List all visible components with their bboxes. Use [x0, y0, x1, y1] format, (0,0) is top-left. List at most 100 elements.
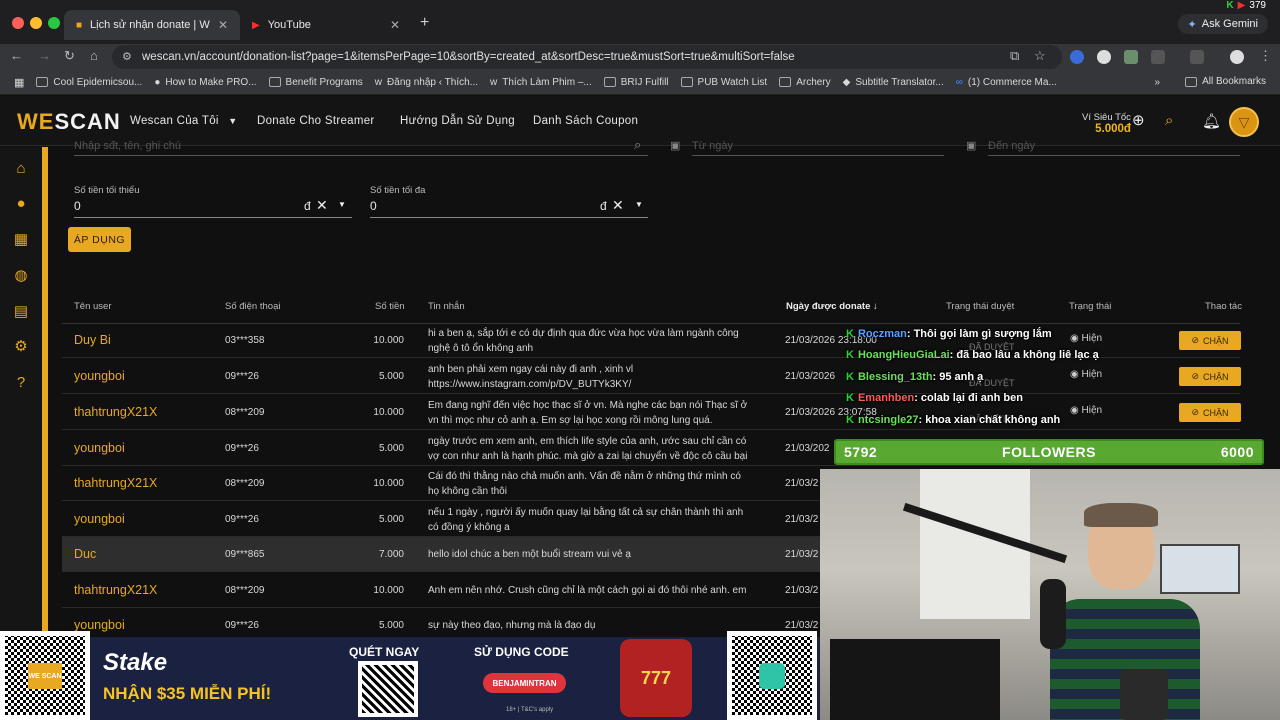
bookmark-item[interactable]: Archery	[779, 77, 831, 88]
kick-icon: K	[846, 414, 854, 426]
bookmark-star-icon[interactable]: ☆	[1034, 48, 1046, 64]
wallet-balance[interactable]: Ví Siêu Tốc 5.000đ	[1082, 112, 1131, 135]
install-app-icon[interactable]: ⧉	[1010, 48, 1019, 64]
more-bookmarks-icon[interactable]: »	[1154, 77, 1160, 88]
donor-name[interactable]: Duy Bi	[74, 333, 111, 348]
url-bar[interactable]: ⚙ wescan.vn/account/donation-list?page=1…	[112, 45, 1062, 69]
browser-tab-bar: ■ Lịch sử nhận donate | WeScan ✕ ▶ YouTu…	[0, 0, 1280, 44]
menu-my-wescan[interactable]: Wescan Của Tôi ▼	[130, 115, 238, 127]
menu-coupons[interactable]: Danh Sách Coupon	[533, 115, 638, 127]
reload-icon[interactable]: ↻	[64, 48, 75, 64]
donor-name[interactable]: thahtrungX21X	[74, 583, 157, 598]
ask-gemini-button[interactable]: ✦ Ask Gemini	[1177, 14, 1268, 34]
dropdown-arrow-icon[interactable]: ▼	[338, 200, 346, 209]
donation-date: 21/03/2026	[785, 371, 836, 382]
clear-icon[interactable]: ✕	[316, 197, 328, 214]
donor-name[interactable]: thahtrungX21X	[74, 405, 157, 420]
user-icon[interactable]: ●	[13, 196, 29, 212]
store-icon[interactable]: ▤	[13, 304, 29, 320]
donation-message: anh ben phải xem ngay cái này đi anh , x…	[428, 362, 766, 392]
youtube-icon: ▶	[1237, 0, 1246, 11]
max-amount-input[interactable]: 0	[370, 199, 377, 213]
close-tab-icon[interactable]: ✕	[218, 18, 228, 32]
folder-icon	[603, 77, 616, 87]
extension-ph-icon[interactable]	[1124, 50, 1138, 64]
message-line: vn thì mọc như cỏ anh ạ. Em sợ lại học x…	[428, 415, 713, 426]
home-icon[interactable]: ⌂	[90, 48, 98, 63]
close-tab-icon[interactable]: ✕	[390, 18, 400, 32]
search-input[interactable]: Nhập sđt, tên, ghi chú	[74, 140, 181, 152]
browser-menu-icon[interactable]: ⋮	[1259, 48, 1272, 64]
forward-icon[interactable]: →	[38, 48, 51, 63]
tab-youtube[interactable]: ▶ YouTube ✕	[240, 10, 412, 40]
bookmark-item[interactable]: Cool Epidemicsou...	[36, 77, 142, 88]
bookmark-item[interactable]: ∞ (1) Commerce Ma...	[956, 77, 1057, 88]
from-date-input[interactable]: Từ ngày	[692, 140, 733, 152]
bell-icon[interactable]: 🔔︎	[1202, 112, 1221, 130]
meta-icon: ∞	[955, 76, 963, 88]
extension-audio-icon[interactable]	[1070, 50, 1084, 64]
bookmark-item[interactable]: w Đăng nhập ‹ Thích...	[375, 77, 478, 88]
donor-name[interactable]: youngboi	[74, 512, 125, 527]
search-icon[interactable]: ⌕	[634, 137, 641, 153]
add-funds-icon[interactable]: ⊕	[1132, 111, 1145, 129]
menu-donate-streamer[interactable]: Donate Cho Streamer	[257, 115, 375, 127]
dropdown-arrow-icon[interactable]: ▼	[635, 200, 643, 209]
site-favicon-icon: w	[490, 76, 498, 88]
donor-name[interactable]: youngboi	[74, 369, 125, 384]
close-window-button[interactable]	[12, 17, 24, 29]
min-amount-input[interactable]: 0	[74, 199, 81, 213]
donor-name[interactable]: youngboi	[74, 441, 125, 456]
settings-icon[interactable]: ⚙	[13, 339, 29, 355]
donor-name[interactable]: Duc	[74, 547, 96, 562]
clear-icon[interactable]: ✕	[612, 197, 624, 214]
minimize-window-button[interactable]	[30, 17, 42, 29]
bookmark-item[interactable]: w Thích Làm Phim –...	[490, 77, 592, 88]
all-bookmarks-button[interactable]: All Bookmarks	[1185, 76, 1266, 87]
home-icon[interactable]: ⌂	[13, 161, 29, 177]
sponsor-banner: Stake NHẬN $35 MIỄN PHÍ! QUÉT NGAY SỬ DỤ…	[0, 637, 820, 720]
search-icon[interactable]: ⌕	[1165, 112, 1173, 129]
currency-suffix: đ	[304, 199, 311, 213]
extensions-puzzle-icon[interactable]	[1151, 50, 1165, 64]
folder-icon	[268, 77, 281, 87]
sort-desc-icon[interactable]: ↓	[873, 301, 878, 312]
user-avatar[interactable]: ▽	[1229, 107, 1259, 137]
tab-wescan[interactable]: ■ Lịch sử nhận donate | WeScan ✕	[64, 10, 240, 40]
discord-qr-code	[727, 631, 817, 720]
profile-avatar-icon[interactable]	[1230, 50, 1244, 64]
site-favicon-icon: ●	[154, 76, 161, 88]
donation-message: nếu 1 ngày , người ấy muốn quay lại bằng…	[428, 505, 766, 535]
bookmark-item[interactable]: PUB Watch List	[680, 77, 767, 88]
caret-down-icon: ▼	[228, 116, 238, 126]
donation-date: 21/03/2	[785, 514, 819, 525]
youtube-favicon-icon: ▶	[252, 19, 260, 31]
header-amount: Số tiền	[375, 301, 405, 312]
menu-guide[interactable]: Hướng Dẫn Sử Dụng	[400, 115, 515, 127]
to-date-input[interactable]: Đến ngày	[988, 140, 1035, 152]
wescan-logo[interactable]: WESCAN	[17, 109, 121, 135]
max-amount-underline	[370, 217, 648, 218]
back-icon[interactable]: ←	[10, 48, 23, 63]
bookmark-item[interactable]: BRIJ Fulfill	[603, 77, 669, 88]
bookmark-item[interactable]: ◆ Subtitle Translator...	[843, 77, 944, 88]
tab-search-icon[interactable]	[1190, 50, 1204, 64]
header-phone: Số điện thoại	[225, 301, 281, 312]
new-tab-icon[interactable]: +	[420, 14, 429, 32]
dashboard-icon[interactable]: ▦	[13, 232, 29, 248]
globe-icon[interactable]: ◍	[13, 268, 29, 284]
maximize-window-button[interactable]	[48, 17, 60, 29]
bookmark-item[interactable]: Benefit Programs	[268, 77, 363, 88]
from-date-underline	[692, 155, 944, 156]
bookmark-item[interactable]: ● How to Make PRO...	[154, 77, 256, 88]
apps-grid-icon[interactable]: ▦	[14, 76, 24, 89]
site-info-icon[interactable]: ⚙	[122, 50, 132, 63]
apply-button[interactable]: ÁP DỤNG	[68, 227, 131, 252]
help-icon[interactable]: ?	[13, 375, 29, 391]
chat-text: : colab lại đi anh ben	[914, 392, 1023, 404]
header-date[interactable]: Ngày được donate ↓	[786, 301, 878, 312]
donor-name[interactable]: thahtrungX21X	[74, 476, 157, 491]
donation-amount: 5.000	[378, 620, 404, 631]
extension-spotify-icon[interactable]	[1097, 50, 1111, 64]
notification-count: K ▶ 379	[1226, 0, 1266, 11]
